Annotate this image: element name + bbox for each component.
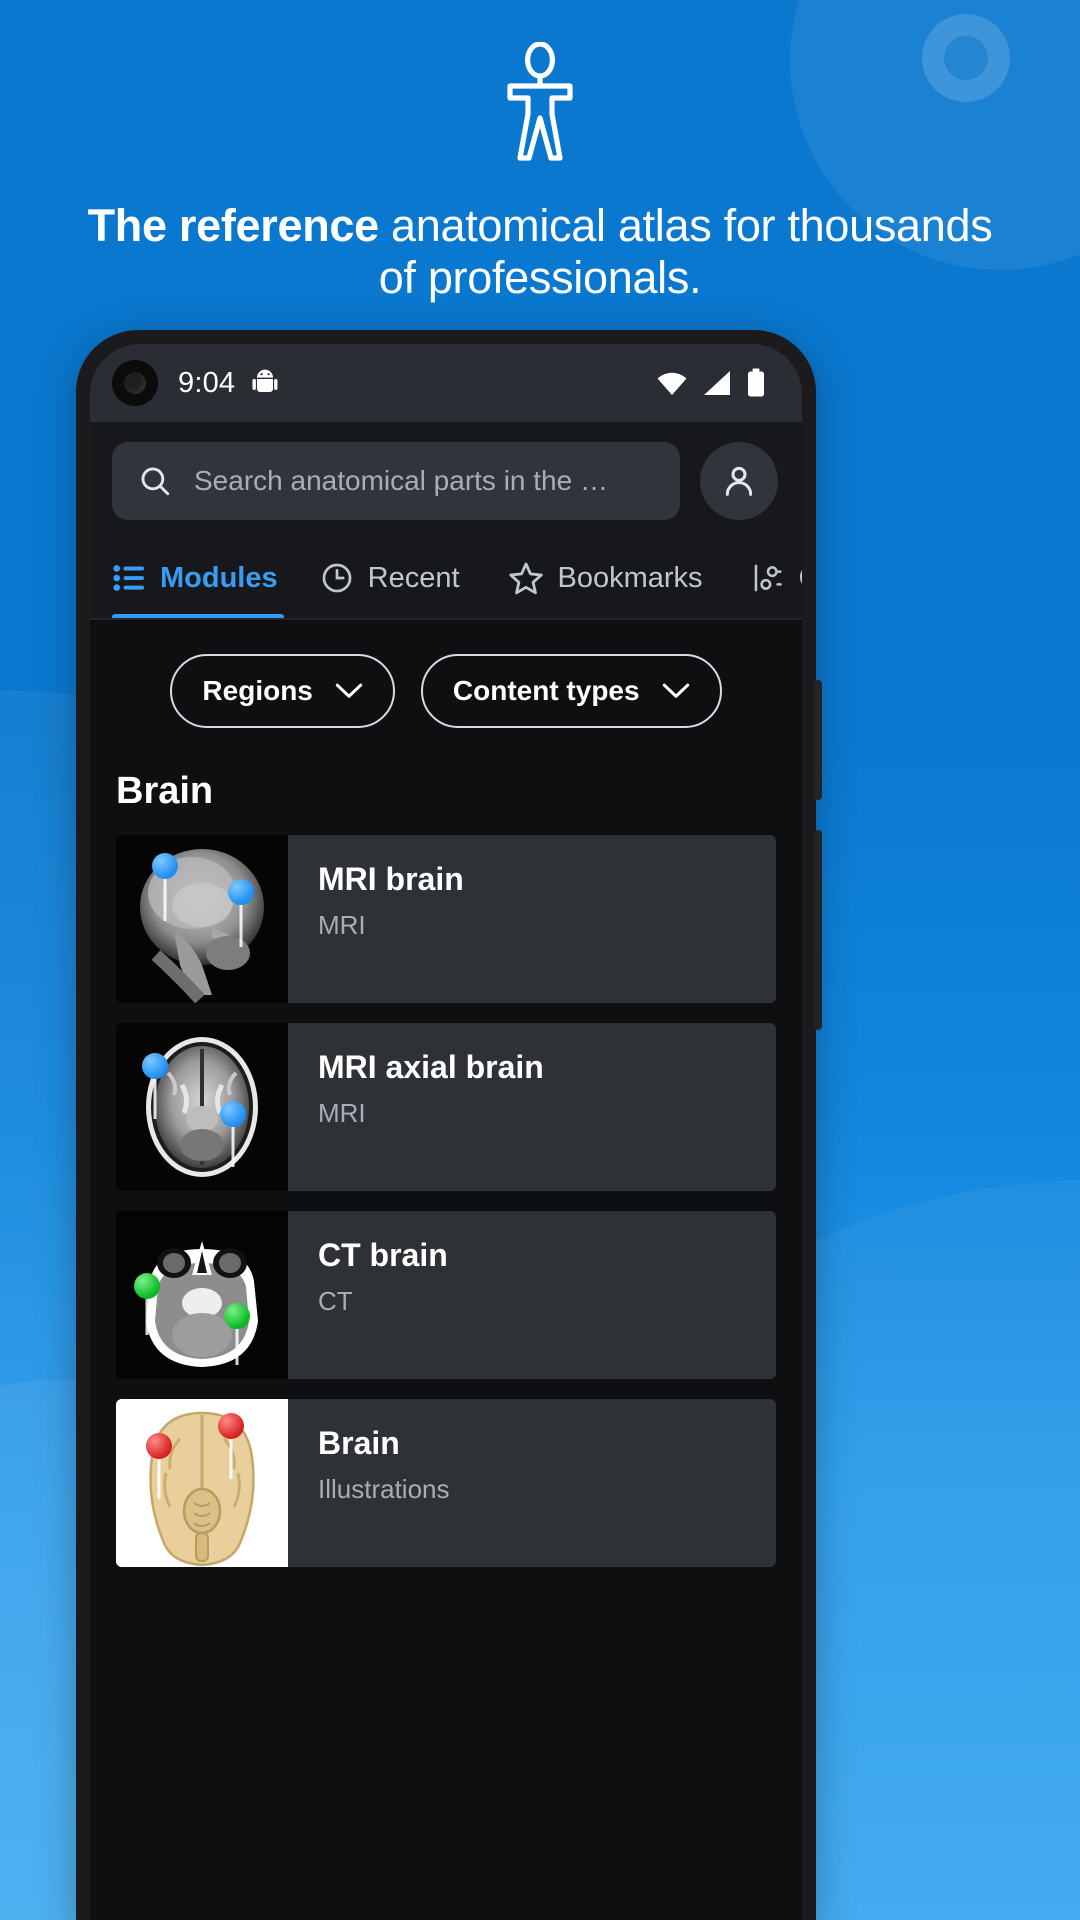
chevron-down-icon: [662, 682, 690, 700]
search-input[interactable]: Search anatomical parts in the …: [112, 442, 680, 520]
filter-chip-regions[interactable]: Regions: [170, 654, 395, 728]
tab-quiz[interactable]: Q: [751, 536, 802, 620]
chevron-down-icon: [335, 682, 363, 700]
quiz-icon: [751, 561, 785, 595]
list-item[interactable]: Brain Illustrations: [116, 1399, 776, 1567]
cellular-signal-icon: [702, 370, 732, 396]
headline-rest: anatomical atlas for thousands of profes…: [378, 200, 993, 304]
module-list-content: Regions Content types Brain MRI brain MR…: [90, 620, 802, 1920]
filter-chip-row: Regions Content types: [90, 620, 802, 754]
android-robot-icon: [251, 368, 279, 398]
list-item-title: Brain: [318, 1425, 400, 1461]
list-item-body: Brain Illustrations: [288, 1399, 776, 1567]
list-item-subtitle: MRI: [318, 1098, 366, 1128]
list-item-title: MRI axial brain: [318, 1049, 544, 1085]
tab-bar-divider: [90, 618, 802, 620]
tab-label: Recent: [367, 561, 460, 594]
person-icon: [719, 461, 759, 501]
list-item-body: MRI brain MRI: [288, 835, 776, 1003]
tab-recent[interactable]: Recent: [320, 536, 486, 620]
list-item[interactable]: MRI brain MRI: [116, 835, 776, 1003]
tab-bookmarks[interactable]: Bookmarks: [508, 536, 729, 620]
status-bar: 9:04: [90, 344, 802, 422]
wifi-icon: [656, 370, 688, 396]
list-item-subtitle: CT: [318, 1286, 353, 1316]
phone-volume-button: [814, 680, 822, 800]
tab-modules[interactable]: Modules: [112, 536, 298, 620]
tab-label: Bookmarks: [557, 561, 703, 594]
phone-screen: 9:04 Search anatomical parts in the … Mo…: [90, 344, 802, 1920]
tab-label: Q: [799, 562, 802, 595]
hero-section: The reference anatomical atlas for thous…: [0, 0, 1080, 304]
phone-mockup: 9:04 Search anatomical parts in the … Mo…: [76, 330, 822, 1920]
list-item-body: CT brain CT: [288, 1211, 776, 1379]
list-icon: [112, 563, 146, 593]
profile-avatar-button[interactable]: [700, 442, 778, 520]
page-title: The reference anatomical atlas for thous…: [0, 200, 1080, 304]
tab-label: Modules: [160, 561, 278, 594]
status-icons: [656, 368, 766, 398]
thumbnail-mri-axial-brain: [116, 1023, 288, 1191]
battery-icon: [746, 368, 766, 398]
search-placeholder: Search anatomical parts in the …: [194, 465, 608, 496]
list-item[interactable]: MRI axial brain MRI: [116, 1023, 776, 1191]
clock-icon: [320, 561, 354, 595]
search-icon: [138, 464, 172, 498]
headline-bold: The reference: [87, 200, 380, 251]
list-item-subtitle: Illustrations: [318, 1474, 450, 1504]
anatomy-figure-icon: [0, 0, 1080, 162]
thumbnail-ct-axial-brain: [116, 1211, 288, 1379]
filter-chip-label: Content types: [452, 675, 640, 706]
thumbnail-mri-sagittal-brain: [116, 835, 288, 1003]
list-item-title: MRI brain: [318, 861, 464, 897]
thumbnail-brain-illustration: [116, 1399, 288, 1567]
phone-power-button: [814, 830, 822, 1030]
section-heading: Brain: [116, 770, 214, 812]
search-bar-row: Search anatomical parts in the …: [90, 422, 802, 536]
front-camera-icon: [112, 360, 158, 406]
list-item-body: MRI axial brain MRI: [288, 1023, 776, 1191]
filter-chip-content-types[interactable]: Content types: [420, 654, 722, 728]
star-icon: [508, 561, 544, 595]
list-item[interactable]: CT brain CT: [116, 1211, 776, 1379]
list-item-title: CT brain: [318, 1237, 448, 1273]
list-item-subtitle: MRI: [318, 910, 366, 940]
status-time: 9:04: [178, 366, 236, 399]
tab-bar: Modules Recent Bookmarks: [90, 536, 802, 620]
filter-chip-label: Regions: [202, 675, 313, 706]
